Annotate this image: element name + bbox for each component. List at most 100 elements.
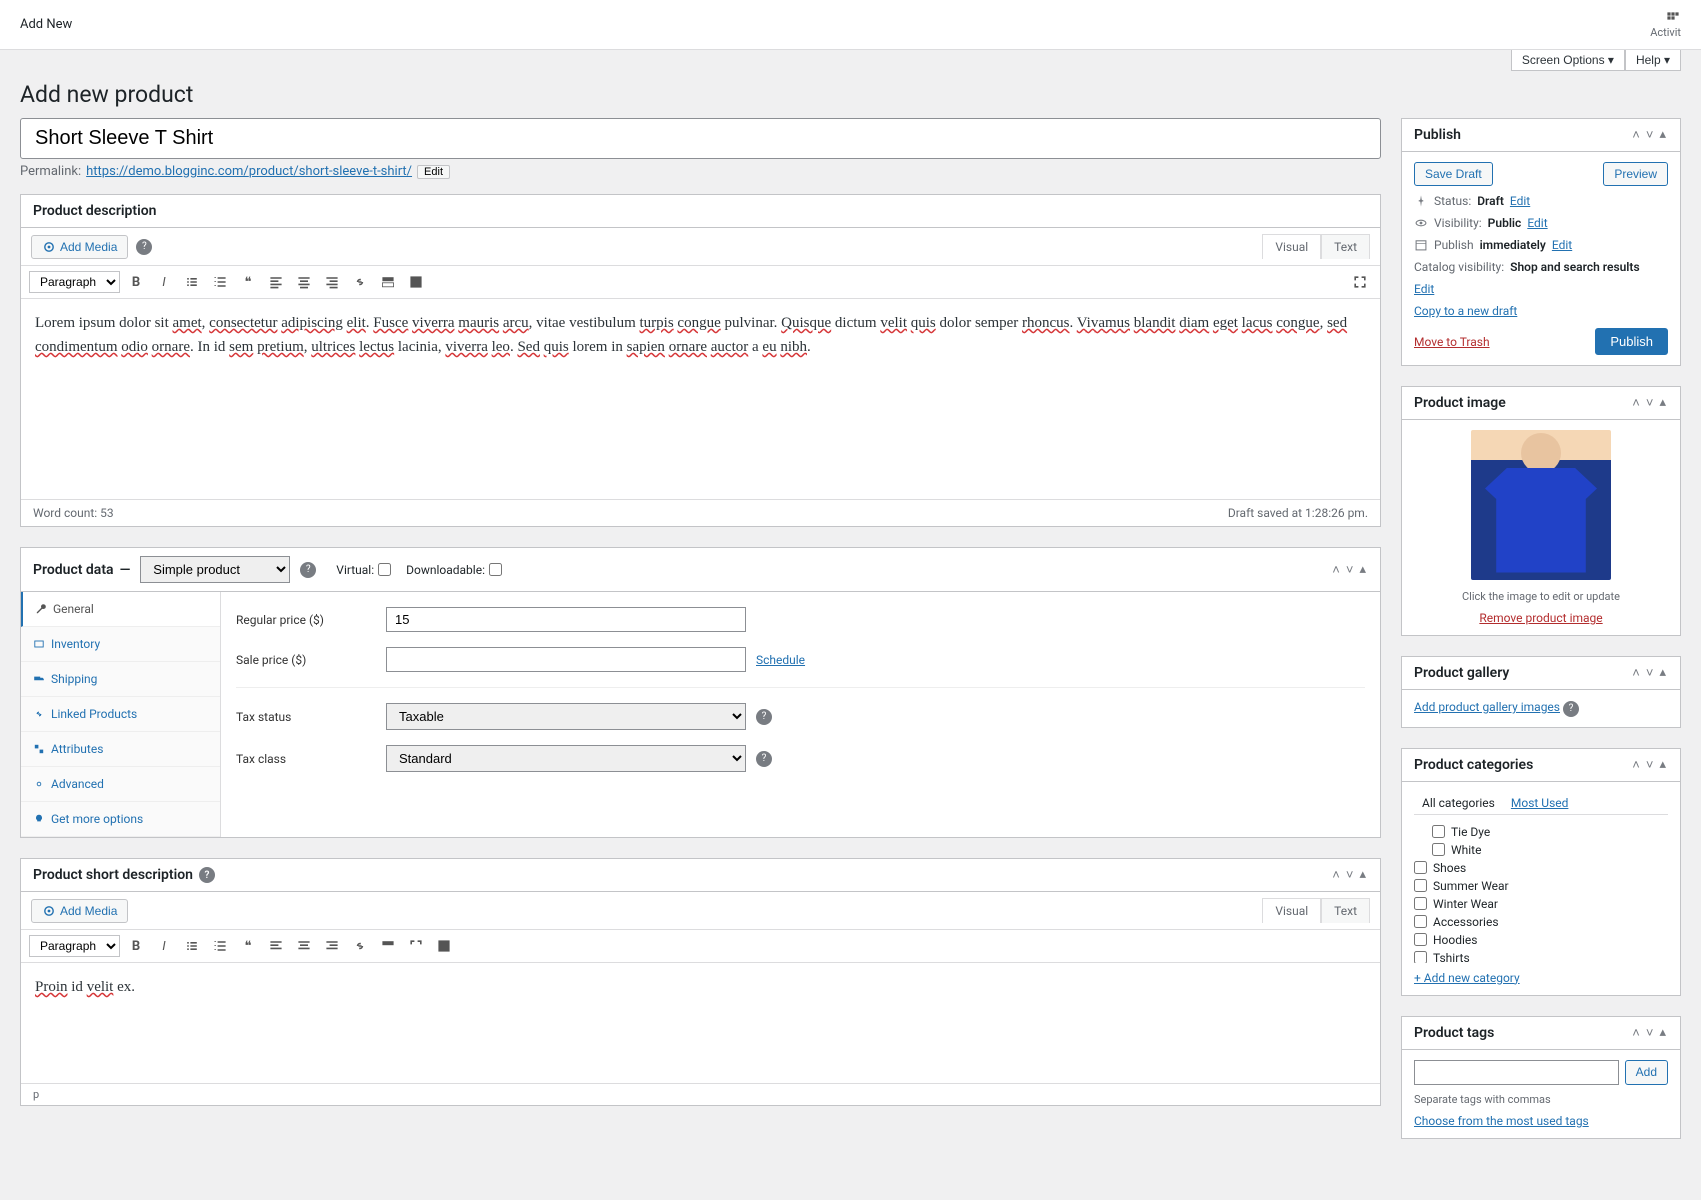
publish-button[interactable]: Publish xyxy=(1595,328,1668,355)
category-checkbox[interactable] xyxy=(1414,933,1427,946)
align-center-button[interactable] xyxy=(292,934,316,958)
sale-price-input[interactable] xyxy=(386,647,746,672)
copy-draft-link[interactable]: Copy to a new draft xyxy=(1414,304,1517,318)
chevron-down-icon[interactable]: ˅ xyxy=(1644,127,1656,143)
link-button[interactable] xyxy=(348,270,372,294)
help-icon[interactable]: ? xyxy=(756,709,772,725)
edit-permalink-button[interactable]: Edit xyxy=(417,165,450,179)
help-icon[interactable]: ? xyxy=(300,562,316,578)
add-media-button[interactable]: Add Media xyxy=(31,235,128,259)
bold-button[interactable]: B xyxy=(124,934,148,958)
text-tab[interactable]: Text xyxy=(1321,898,1370,923)
chevron-up-icon[interactable]: ˄ xyxy=(1630,395,1642,411)
fullscreen-button[interactable] xyxy=(1348,270,1372,294)
number-list-button[interactable] xyxy=(208,270,232,294)
product-image[interactable] xyxy=(1471,430,1611,580)
quote-button[interactable]: ❝ xyxy=(236,934,260,958)
edit-visibility-link[interactable]: Edit xyxy=(1527,216,1547,230)
virtual-checkbox[interactable] xyxy=(378,563,391,576)
align-center-button[interactable] xyxy=(292,270,316,294)
align-right-button[interactable] xyxy=(320,934,344,958)
downloadable-checkbox[interactable] xyxy=(489,563,502,576)
add-gallery-link[interactable]: Add product gallery images xyxy=(1414,700,1560,714)
fullscreen-button[interactable] xyxy=(404,934,428,958)
chevron-up-icon[interactable]: ˄ xyxy=(1330,562,1342,578)
tab-linked[interactable]: Linked Products xyxy=(21,697,220,732)
chevron-down-icon[interactable]: ˅ xyxy=(1644,1025,1656,1041)
all-categories-tab[interactable]: All categories xyxy=(1414,792,1503,814)
tab-general[interactable]: General xyxy=(21,592,220,627)
schedule-link[interactable]: Schedule xyxy=(756,653,805,667)
sort-icon[interactable]: ▴ xyxy=(1657,1025,1668,1041)
align-right-button[interactable] xyxy=(320,270,344,294)
tab-advanced[interactable]: Advanced xyxy=(21,767,220,802)
edit-catalog-link[interactable]: Edit xyxy=(1414,282,1434,296)
category-checkbox[interactable] xyxy=(1414,897,1427,910)
category-checkbox[interactable] xyxy=(1432,825,1445,838)
edit-publish-link[interactable]: Edit xyxy=(1552,238,1572,252)
edit-status-link[interactable]: Edit xyxy=(1510,194,1530,208)
save-draft-button[interactable]: Save Draft xyxy=(1414,162,1493,186)
help-icon[interactable]: ? xyxy=(199,867,215,883)
tab-get-more[interactable]: Get more options xyxy=(21,802,220,837)
category-checkbox[interactable] xyxy=(1414,861,1427,874)
description-editor[interactable]: Lorem ipsum dolor sit amet, consectetur … xyxy=(21,299,1380,499)
product-title-input[interactable] xyxy=(20,118,1381,159)
tax-class-select[interactable]: Standard xyxy=(386,745,746,772)
chevron-up-icon[interactable]: ˄ xyxy=(1630,665,1642,681)
chevron-down-icon[interactable]: ˅ xyxy=(1344,867,1356,883)
insert-more-button[interactable] xyxy=(376,934,400,958)
activity-icon[interactable] xyxy=(1665,10,1681,26)
bullet-list-button[interactable] xyxy=(180,270,204,294)
sort-icon[interactable]: ▴ xyxy=(1657,127,1668,143)
chevron-up-icon[interactable]: ˄ xyxy=(1330,867,1342,883)
visual-tab[interactable]: Visual xyxy=(1262,898,1321,923)
product-type-select[interactable]: Simple product xyxy=(140,556,290,583)
short-description-editor[interactable]: Proin id velit ex. xyxy=(21,963,1380,1083)
add-tag-button[interactable]: Add xyxy=(1625,1060,1668,1085)
visual-tab[interactable]: Visual xyxy=(1262,234,1321,259)
sort-icon[interactable]: ▴ xyxy=(1357,562,1368,578)
help-icon[interactable]: ? xyxy=(136,239,152,255)
insert-more-button[interactable] xyxy=(376,270,400,294)
bullet-list-button[interactable] xyxy=(180,934,204,958)
italic-button[interactable]: I xyxy=(152,270,176,294)
bold-button[interactable]: B xyxy=(124,270,148,294)
italic-button[interactable]: I xyxy=(152,934,176,958)
category-checkbox[interactable] xyxy=(1414,879,1427,892)
number-list-button[interactable] xyxy=(208,934,232,958)
link-button[interactable] xyxy=(348,934,372,958)
sort-icon[interactable]: ▴ xyxy=(1357,867,1368,883)
category-checkbox[interactable] xyxy=(1432,843,1445,856)
chevron-up-icon[interactable]: ˄ xyxy=(1630,1025,1642,1041)
chevron-up-icon[interactable]: ˄ xyxy=(1630,757,1642,773)
format-select[interactable]: Paragraph xyxy=(29,271,120,293)
help-icon[interactable]: ? xyxy=(756,751,772,767)
add-category-link[interactable]: + Add new category xyxy=(1414,971,1520,985)
category-checkbox[interactable] xyxy=(1414,915,1427,928)
align-left-button[interactable] xyxy=(264,934,288,958)
sort-icon[interactable]: ▴ xyxy=(1657,395,1668,411)
move-trash-link[interactable]: Move to Trash xyxy=(1414,335,1490,349)
tax-status-select[interactable]: Taxable xyxy=(386,703,746,730)
chevron-down-icon[interactable]: ˅ xyxy=(1644,395,1656,411)
screen-options-button[interactable]: Screen Options ▾ xyxy=(1511,50,1625,71)
help-button[interactable]: Help ▾ xyxy=(1625,50,1681,71)
quote-button[interactable]: ❝ xyxy=(236,270,260,294)
chevron-down-icon[interactable]: ˅ xyxy=(1644,757,1656,773)
preview-button[interactable]: Preview xyxy=(1603,162,1668,186)
remove-image-link[interactable]: Remove product image xyxy=(1479,611,1602,625)
regular-price-input[interactable] xyxy=(386,607,746,632)
category-checkbox[interactable] xyxy=(1414,951,1427,963)
sort-icon[interactable]: ▴ xyxy=(1657,757,1668,773)
tab-attributes[interactable]: Attributes xyxy=(21,732,220,767)
toolbar-toggle-button[interactable] xyxy=(432,934,456,958)
tab-inventory[interactable]: Inventory xyxy=(21,627,220,662)
choose-tags-link[interactable]: Choose from the most used tags xyxy=(1414,1114,1589,1128)
help-icon[interactable]: ? xyxy=(1563,701,1579,717)
permalink-url[interactable]: https://demo.blogginc.com/product/short-… xyxy=(86,164,412,179)
chevron-up-icon[interactable]: ˄ xyxy=(1630,127,1642,143)
format-select[interactable]: Paragraph xyxy=(29,935,120,957)
align-left-button[interactable] xyxy=(264,270,288,294)
text-tab[interactable]: Text xyxy=(1321,234,1370,259)
